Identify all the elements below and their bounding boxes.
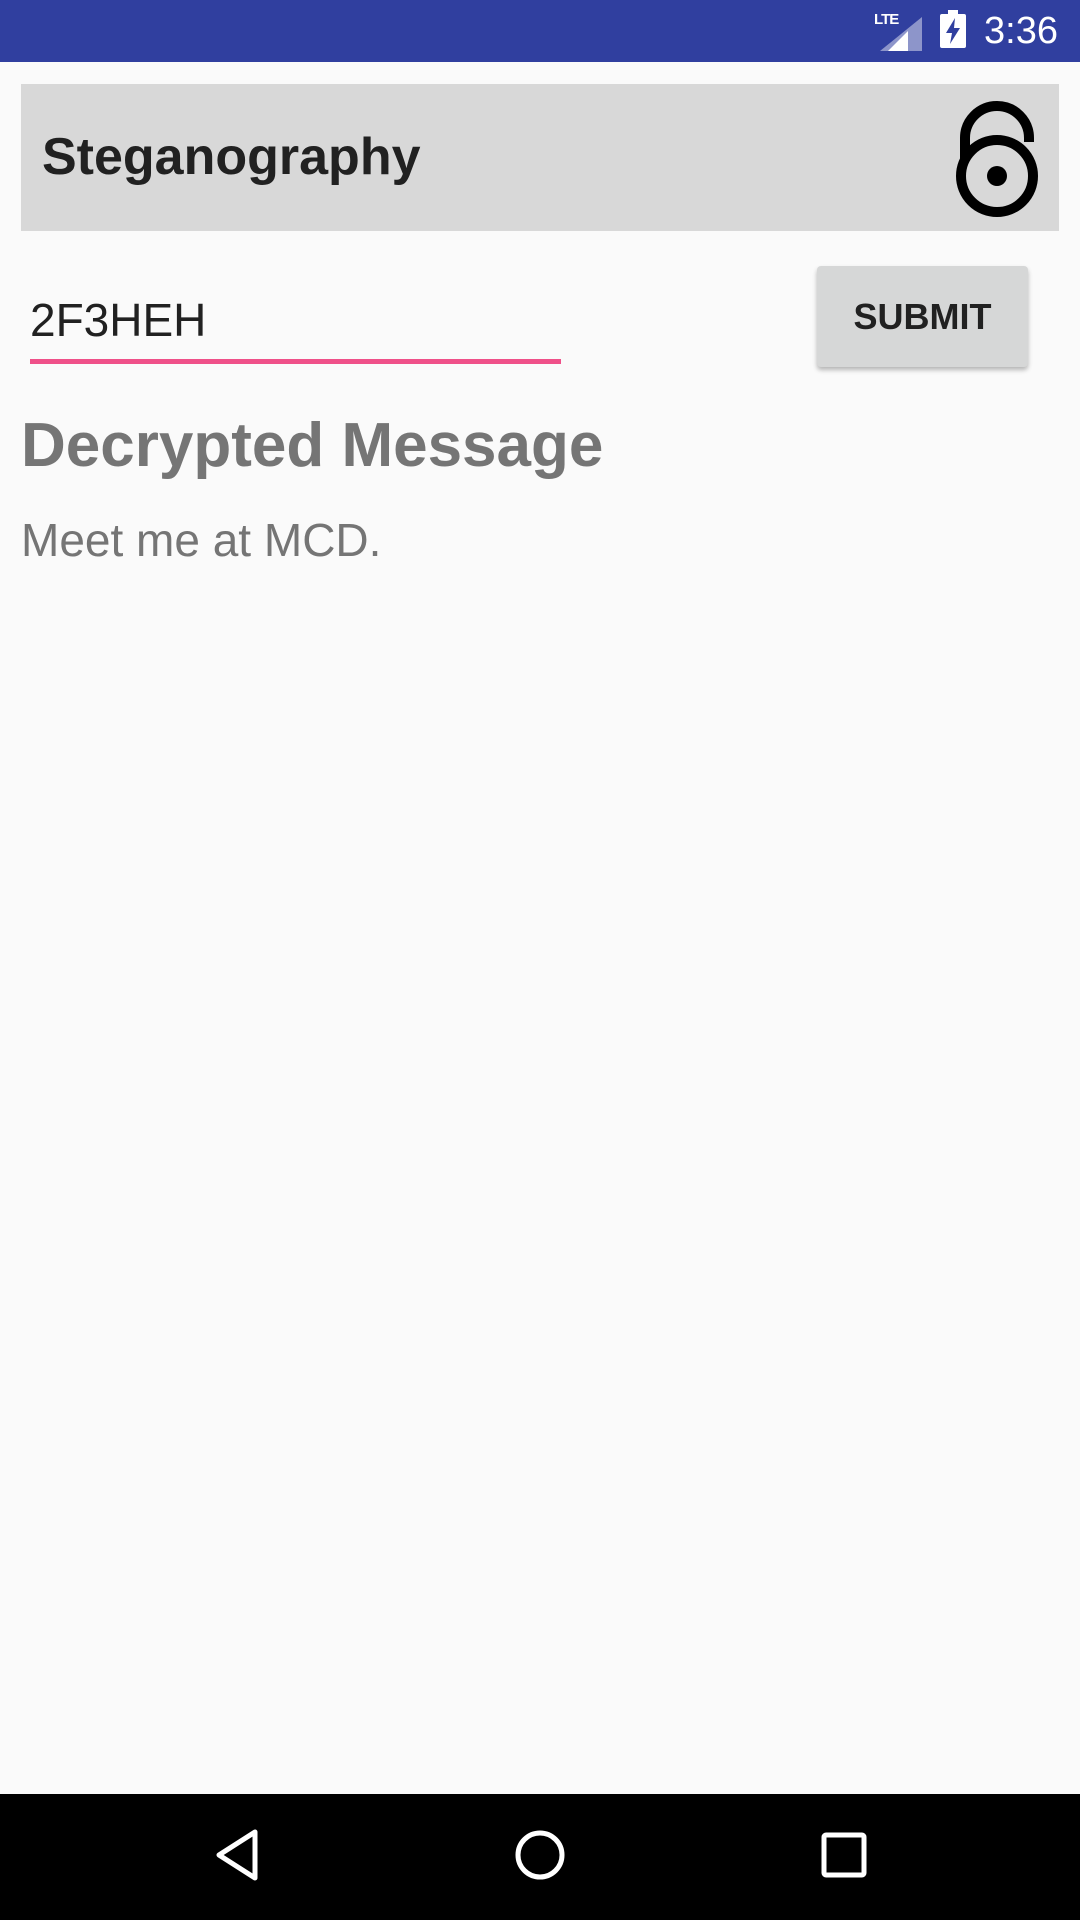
result-heading: Decrypted Message <box>21 411 604 480</box>
unlock-icon[interactable] <box>953 98 1041 218</box>
battery-charging-icon <box>940 9 967 53</box>
status-clock: 3:36 <box>984 10 1058 52</box>
submit-button[interactable]: SUBMIT <box>817 266 1028 367</box>
home-icon <box>513 1828 567 1887</box>
back-button[interactable] <box>167 1794 307 1920</box>
status-icons: LTE 3:36 <box>874 0 1058 62</box>
home-button[interactable] <box>470 1794 610 1920</box>
navigation-bar <box>0 1794 1080 1920</box>
app-header: Steganography <box>21 84 1059 231</box>
back-icon <box>213 1828 261 1887</box>
lte-signal-icon: LTE <box>874 11 923 51</box>
recents-icon <box>820 1831 868 1884</box>
app-title: Steganography <box>42 128 421 186</box>
status-bar: LTE 3:36 <box>0 0 1080 62</box>
key-input[interactable] <box>30 280 560 360</box>
recents-button[interactable] <box>774 1794 914 1920</box>
decrypted-message: Meet me at MCD. <box>21 514 382 566</box>
key-input-underline <box>30 359 561 364</box>
